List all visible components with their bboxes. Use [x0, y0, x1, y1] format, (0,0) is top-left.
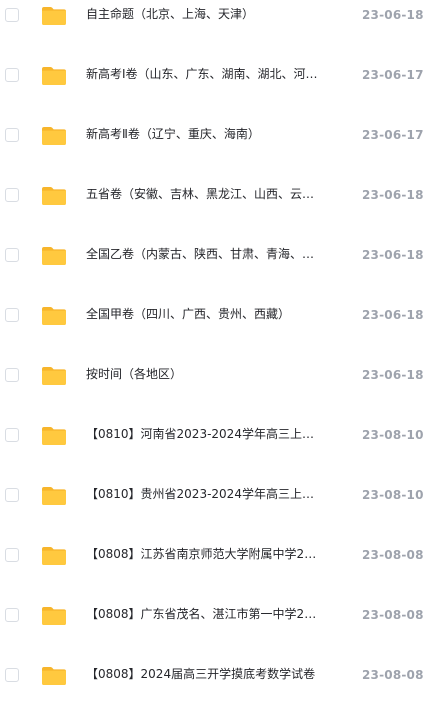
- file-row[interactable]: 【0808】广东省茂名、湛江市第一中学2024届高三开学考试数学试卷23-08-…: [0, 556, 436, 625]
- file-date: 23-08-08: [362, 668, 424, 682]
- file-row[interactable]: 【0808】江苏省南京师范大学附属中学2024届高三开学考试数学试卷23-08-…: [0, 496, 436, 565]
- file-list: 自主命题（北京、上海、天津） 23-06-18 新高考Ⅰ卷（山东、广东、湖南、湖北、…: [0, 0, 436, 685]
- file-row[interactable]: 全国甲卷（四川、广西、贵州、西藏） 23-06-18: [0, 256, 436, 325]
- file-row[interactable]: 按时间（各地区） 23-06-18: [0, 316, 436, 385]
- row-checkbox[interactable]: [5, 668, 19, 682]
- file-row[interactable]: 新高考Ⅱ卷（辽宁、重庆、海南） 23-06-17: [0, 76, 436, 145]
- file-row[interactable]: 新高考Ⅰ卷（山东、广东、湖南、湖北、河北、江苏、福建）23-06-17: [0, 16, 436, 85]
- file-row[interactable]: 全国乙卷（内蒙古、陕西、甘肃、青海、宁夏、新疆）23-06-18: [0, 196, 436, 265]
- file-row[interactable]: 【0808】2024届高三开学摸底考数学试卷 23-08-08: [0, 616, 436, 685]
- file-row[interactable]: 自主命题（北京、上海、天津） 23-06-18: [0, 0, 436, 25]
- file-row[interactable]: 【0810】贵州省2023-2024学年高三上学期开学考试数学试卷23-08-1…: [0, 436, 436, 505]
- file-name[interactable]: 【0808】2024届高三开学摸底考数学试卷: [86, 665, 318, 683]
- folder-icon: [41, 666, 67, 686]
- file-row[interactable]: 【0810】河南省2023-2024学年高三上学期开学考试数学试卷23-08-1…: [0, 376, 436, 445]
- file-row[interactable]: 五省卷（安徽、吉林、黑龙江、山西、云南） 23-06-18: [0, 136, 436, 205]
